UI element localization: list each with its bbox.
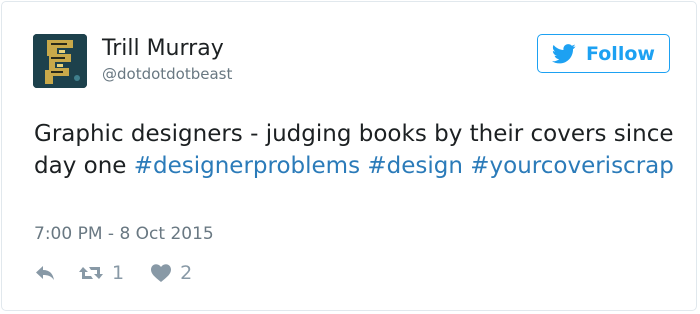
hashtag-link[interactable]: #designerproblems	[134, 153, 360, 179]
tweet-timestamp[interactable]: 7:00 PM - 8 Oct 2015	[34, 222, 214, 246]
follow-label: Follow	[586, 42, 655, 65]
retweet-button[interactable]: 1	[78, 262, 124, 284]
hashtag-link[interactable]: #design	[367, 153, 463, 179]
like-button[interactable]: 2	[150, 262, 192, 284]
twitter-bird-icon	[552, 43, 576, 63]
tweet-text: Graphic designers - judging books by the…	[34, 118, 674, 182]
avatar-image	[33, 34, 87, 88]
like-count: 2	[180, 262, 193, 284]
reply-button[interactable]	[34, 264, 56, 282]
avatar[interactable]	[33, 34, 87, 88]
user-name[interactable]: Trill Murray	[102, 36, 224, 62]
tweet-actions: 1 2	[34, 261, 192, 285]
reply-icon	[36, 266, 54, 280]
follow-button[interactable]: Follow	[537, 34, 670, 73]
heart-icon	[151, 264, 172, 282]
retweet-icon	[79, 267, 103, 279]
retweet-count: 1	[112, 262, 125, 284]
user-handle[interactable]: @dotdotdotbeast	[102, 64, 232, 84]
hashtag-link[interactable]: #yourcoveriscrap	[470, 153, 674, 179]
tweet-card: Trill Murray @dotdotdotbeast Follow Grap…	[1, 1, 697, 311]
